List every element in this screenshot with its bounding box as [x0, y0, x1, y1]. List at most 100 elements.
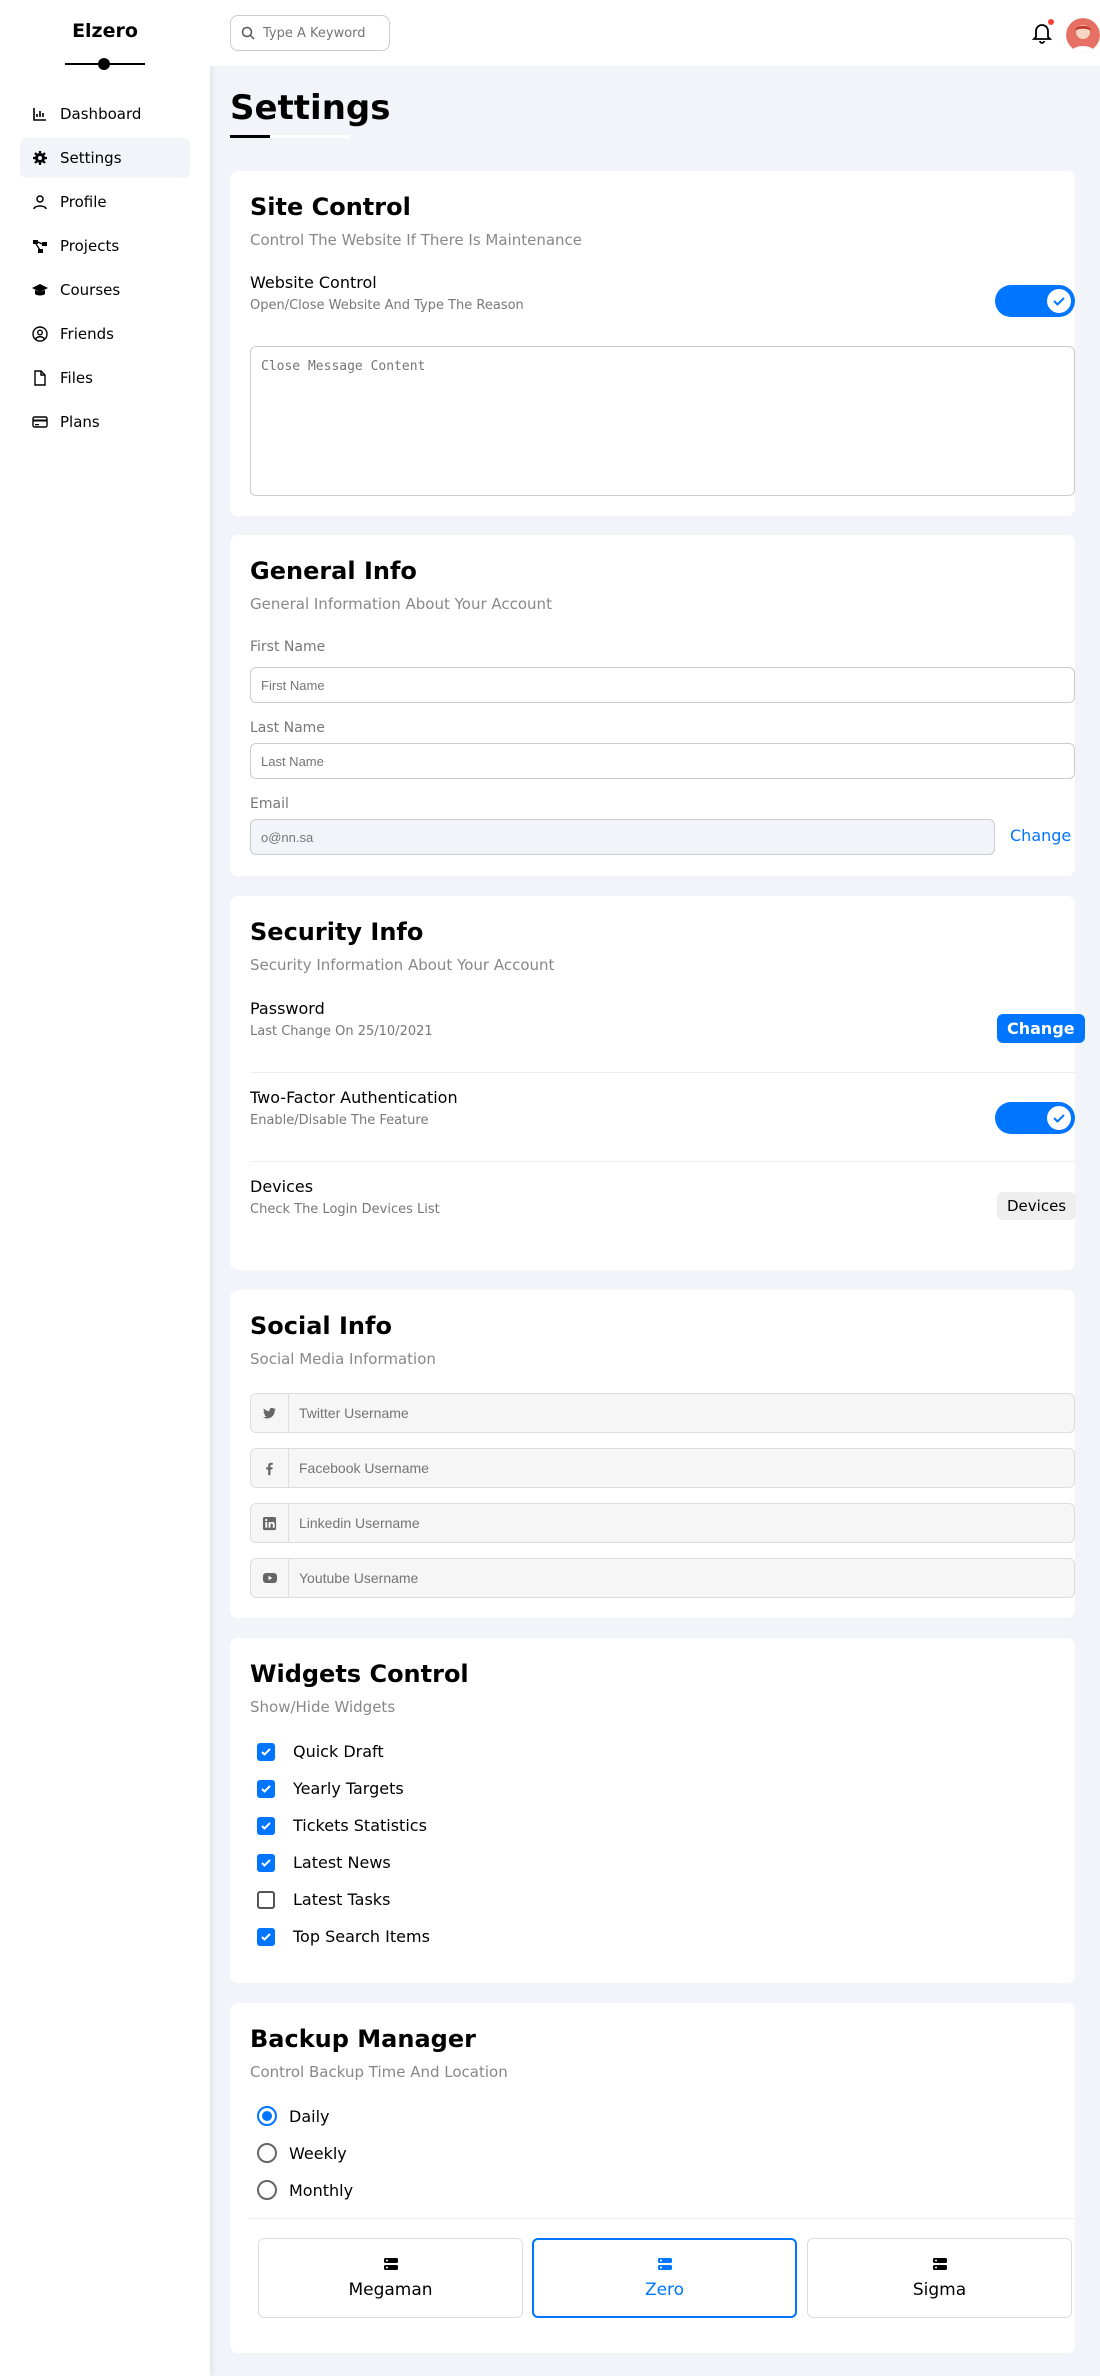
- server-label: Zero: [644, 2280, 685, 2300]
- linkedin-username-input[interactable]: [289, 1515, 1069, 1531]
- widget-label: Latest Tasks: [293, 1890, 391, 1909]
- widget-latest-tasks[interactable]: Latest Tasks: [257, 1890, 390, 1909]
- widget-label: Latest News: [293, 1853, 391, 1872]
- youtube-field: [250, 1558, 1075, 1598]
- chart-icon: [33, 108, 46, 121]
- radio-unselected[interactable]: [257, 2180, 277, 2200]
- search-icon: [241, 26, 255, 40]
- gear-icon: [33, 151, 47, 165]
- card-subtitle: General Information About Your Account: [250, 595, 552, 613]
- twofa-desc: Enable/Disable The Feature: [250, 1113, 429, 1128]
- sidebar-item-courses[interactable]: Courses: [20, 270, 190, 310]
- website-control-toggle[interactable]: [995, 285, 1075, 317]
- linkedin-field: [250, 1503, 1075, 1543]
- backup-weekly-option[interactable]: Weekly: [257, 2143, 347, 2163]
- widget-tickets-statistics[interactable]: Tickets Statistics: [257, 1816, 427, 1835]
- widget-latest-news[interactable]: Latest News: [257, 1853, 391, 1872]
- first-name-label: First Name: [250, 639, 326, 655]
- check-icon: [1053, 297, 1065, 306]
- card-subtitle: Show/Hide Widgets: [250, 1698, 396, 1716]
- change-email-link[interactable]: Change: [1010, 826, 1071, 845]
- server-label: Megaman: [348, 2280, 433, 2300]
- backup-monthly-option[interactable]: Monthly: [257, 2180, 353, 2200]
- widget-label: Top Search Items: [293, 1927, 430, 1946]
- website-control-title: Website Control: [250, 273, 377, 292]
- page-title: Settings: [230, 88, 391, 128]
- facebook-field: [250, 1448, 1075, 1488]
- card-subtitle: Control The Website If There Is Maintena…: [250, 231, 583, 249]
- radio-selected[interactable]: [257, 2106, 277, 2126]
- backup-daily-option[interactable]: Daily: [257, 2106, 329, 2126]
- sidebar-item-friends[interactable]: Friends: [20, 314, 190, 354]
- widget-label: Yearly Targets: [293, 1779, 404, 1798]
- top-bar: [210, 0, 1100, 66]
- widget-label: Tickets Statistics: [293, 1816, 427, 1835]
- twitter-username-input[interactable]: [289, 1405, 1069, 1421]
- linkedin-icon: [262, 1516, 277, 1530]
- sidebar-item-label: Settings: [60, 149, 122, 167]
- twitter-field: [250, 1393, 1075, 1433]
- card-subtitle: Security Information About Your Account: [250, 956, 555, 974]
- youtube-icon: [262, 1573, 277, 1583]
- sidebar: Elzero Dashboard Settings Profile Projec…: [0, 0, 210, 2376]
- twofa-toggle[interactable]: [995, 1102, 1075, 1134]
- checkbox-checked[interactable]: [257, 1779, 275, 1798]
- card-title: Backup Manager: [250, 2025, 476, 2053]
- search-box[interactable]: [230, 15, 390, 51]
- devices-title: Devices: [250, 1177, 314, 1196]
- card-subtitle: Social Media Information: [250, 1350, 436, 1368]
- divider: [250, 1161, 1075, 1162]
- facebook-username-input[interactable]: [289, 1460, 1069, 1476]
- checkbox-checked[interactable]: [257, 1927, 275, 1946]
- change-password-button[interactable]: Change: [997, 1014, 1085, 1043]
- user-icon: [33, 195, 47, 210]
- sidebar-item-settings[interactable]: Settings: [20, 138, 190, 178]
- sidebar-item-profile[interactable]: Profile: [20, 182, 190, 222]
- brand-decoration: [0, 54, 210, 74]
- widget-quick-draft[interactable]: Quick Draft: [257, 1742, 384, 1761]
- avatar[interactable]: [1066, 18, 1100, 52]
- server-sigma[interactable]: Sigma: [807, 2238, 1072, 2318]
- twofa-title: Two-Factor Authentication: [250, 1088, 458, 1107]
- facebook-icon: [266, 1462, 273, 1475]
- check-icon: [261, 1784, 271, 1793]
- sidebar-item-label: Plans: [60, 413, 100, 431]
- diagram-icon: [33, 240, 47, 253]
- widget-yearly-targets[interactable]: Yearly Targets: [257, 1779, 404, 1798]
- server-megaman[interactable]: Megaman: [258, 2238, 523, 2318]
- divider: [250, 2218, 1075, 2219]
- sidebar-item-label: Dashboard: [60, 105, 142, 123]
- sidebar-item-label: Courses: [60, 281, 121, 299]
- social-info-card: Social Info Social Media Information: [230, 1290, 1075, 1618]
- checkbox-unchecked[interactable]: [257, 1890, 275, 1909]
- checkbox-checked[interactable]: [257, 1853, 275, 1872]
- devices-button[interactable]: Devices: [997, 1192, 1077, 1220]
- sidebar-item-projects[interactable]: Projects: [20, 226, 190, 266]
- check-icon: [261, 1932, 271, 1941]
- sidebar-item-plans[interactable]: Plans: [20, 402, 190, 442]
- last-name-field[interactable]: [250, 743, 1075, 779]
- checkbox-checked[interactable]: [257, 1816, 275, 1835]
- close-message-textarea[interactable]: [250, 346, 1075, 496]
- card-title: General Info: [250, 557, 417, 585]
- sidebar-nav: Dashboard Settings Profile Projects Cour…: [0, 94, 210, 442]
- radio-unselected[interactable]: [257, 2143, 277, 2163]
- server-zero[interactable]: Zero: [532, 2238, 797, 2318]
- widget-top-search-items[interactable]: Top Search Items: [257, 1927, 430, 1946]
- sidebar-item-dashboard[interactable]: Dashboard: [20, 94, 190, 134]
- youtube-username-input[interactable]: [289, 1570, 1069, 1586]
- search-input[interactable]: [263, 25, 383, 41]
- first-name-field[interactable]: [250, 667, 1075, 703]
- sidebar-item-files[interactable]: Files: [20, 358, 190, 398]
- last-name-label: Last Name: [250, 720, 325, 736]
- password-desc: Last Change On 25/10/2021: [250, 1024, 433, 1039]
- user-circle-icon: [32, 326, 48, 342]
- website-control-desc: Open/Close Website And Type The Reason: [250, 298, 524, 313]
- checkbox-checked[interactable]: [257, 1742, 275, 1761]
- email-label: Email: [250, 796, 289, 812]
- graduation-cap-icon: [32, 284, 48, 296]
- card-title: Security Info: [250, 918, 424, 946]
- card-subtitle: Control Backup Time And Location: [250, 2063, 508, 2081]
- divider: [250, 1072, 1075, 1073]
- title-underline: [230, 135, 350, 138]
